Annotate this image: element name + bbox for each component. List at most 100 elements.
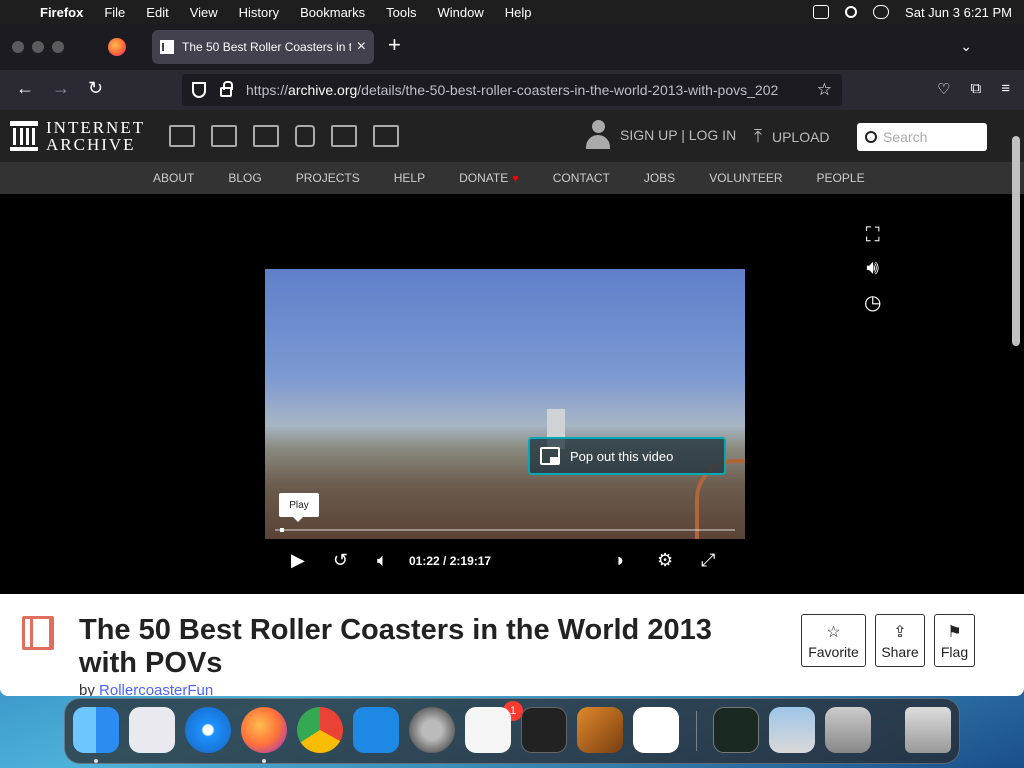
nav-about[interactable]: ABOUT bbox=[153, 171, 194, 185]
hamburger-menu-icon[interactable]: ≡ bbox=[1001, 80, 1010, 98]
pocket-icon[interactable]: ♡ bbox=[937, 80, 950, 98]
expand-theater-icon[interactable]: ⛶ bbox=[866, 224, 880, 247]
menu-view[interactable]: View bbox=[190, 5, 218, 20]
menu-app-name[interactable]: Firefox bbox=[40, 5, 83, 20]
list-all-tabs-chevron-icon[interactable]: ⌄ bbox=[960, 38, 972, 55]
signup-login-link[interactable]: SIGN UP | LOG IN bbox=[620, 127, 736, 143]
site-security-lock-icon[interactable] bbox=[220, 81, 233, 97]
movie-film-icon bbox=[22, 616, 54, 650]
nav-volunteer[interactable]: VOLUNTEER bbox=[709, 171, 782, 185]
pop-out-video-button[interactable]: Pop out this video bbox=[528, 437, 726, 475]
contrast-icon[interactable]: ◑ bbox=[613, 550, 624, 571]
safari-icon[interactable] bbox=[185, 707, 231, 753]
play-tooltip: Play bbox=[279, 493, 319, 522]
history-clock-icon[interactable]: ◷ bbox=[864, 290, 881, 315]
activity-monitor-icon[interactable] bbox=[713, 707, 759, 753]
upload-button[interactable]: ⤒ UPLOAD bbox=[754, 126, 830, 147]
app-store-icon[interactable] bbox=[353, 707, 399, 753]
share-button[interactable]: ⇪ Share bbox=[875, 614, 925, 667]
boot-camp-icon[interactable] bbox=[825, 707, 871, 753]
ia-header: INTERNET ARCHIVE SIGN UP | LOG IN ⤒ UPLO… bbox=[0, 110, 1024, 162]
search-icon bbox=[865, 131, 877, 143]
menu-history[interactable]: History bbox=[239, 5, 279, 20]
nav-donate[interactable]: DONATE ♥ bbox=[459, 171, 519, 185]
video-progress-bar[interactable] bbox=[275, 528, 735, 532]
nav-people[interactable]: PEOPLE bbox=[817, 171, 865, 185]
picture-in-picture-icon bbox=[540, 447, 560, 465]
ia-logo[interactable]: INTERNET ARCHIVE bbox=[10, 119, 145, 153]
screen-mirroring-icon[interactable] bbox=[813, 5, 830, 19]
spotlight-search-icon[interactable] bbox=[845, 6, 858, 18]
finder-running-dot bbox=[94, 759, 98, 763]
preview-icon[interactable] bbox=[769, 707, 815, 753]
menu-edit[interactable]: Edit bbox=[146, 5, 168, 20]
launchpad-icon[interactable] bbox=[129, 707, 175, 753]
volume-icon[interactable]: 🔈︎ bbox=[377, 550, 388, 571]
nav-blog[interactable]: BLOG bbox=[228, 171, 261, 185]
upload-label: UPLOAD bbox=[771, 128, 830, 145]
window-controls bbox=[12, 41, 64, 53]
tracking-protection-shield-icon[interactable] bbox=[192, 82, 206, 98]
video-frame[interactable] bbox=[265, 269, 745, 539]
vscode-icon[interactable] bbox=[633, 707, 679, 753]
author-link[interactable]: RollercoasterFun bbox=[99, 682, 213, 696]
web-icon[interactable] bbox=[169, 125, 196, 147]
trash-icon[interactable] bbox=[905, 707, 951, 753]
chrome-icon[interactable] bbox=[297, 707, 343, 753]
firefox-dock-icon[interactable] bbox=[241, 707, 287, 753]
audio-speaker-icon[interactable] bbox=[295, 125, 316, 147]
terminal-icon[interactable] bbox=[521, 707, 567, 753]
bookmark-star-icon[interactable]: ☆ bbox=[817, 80, 832, 100]
address-bar[interactable]: https://archive.org/details/the-50-best-… bbox=[182, 74, 842, 106]
navigation-toolbar: ← → ↻ https://archive.org/details/the-50… bbox=[0, 70, 1024, 110]
images-icon[interactable] bbox=[373, 125, 400, 147]
ia-search-input[interactable]: Search bbox=[857, 123, 987, 151]
minimize-window-button[interactable] bbox=[32, 41, 44, 53]
url-text[interactable]: https://archive.org/details/the-50-best-… bbox=[246, 82, 809, 98]
theater-side-controls: ⛶ 🔊︎ ◷ bbox=[864, 224, 881, 315]
software-floppy-icon[interactable] bbox=[331, 125, 358, 147]
rewind-10-icon[interactable]: ↺ bbox=[333, 550, 348, 571]
system-settings-icon[interactable] bbox=[409, 707, 455, 753]
firefox-view-icon[interactable] bbox=[108, 38, 126, 56]
video-film-icon[interactable] bbox=[253, 125, 280, 147]
menu-bookmarks[interactable]: Bookmarks bbox=[300, 5, 365, 20]
extensions-icon[interactable]: ⧉ bbox=[971, 80, 982, 98]
firefox-running-dot bbox=[262, 759, 266, 763]
fullscreen-icon[interactable]: ⤢ bbox=[701, 550, 715, 571]
reload-button[interactable]: ↻ bbox=[88, 78, 103, 99]
progress-knob[interactable] bbox=[279, 528, 284, 532]
theater-volume-icon[interactable]: 🔊︎ bbox=[866, 257, 879, 280]
ia-top-nav: ABOUT BLOG PROJECTS HELP DONATE ♥ CONTACT… bbox=[0, 162, 1024, 194]
menu-tools[interactable]: Tools bbox=[386, 5, 416, 20]
page-scrollbar[interactable] bbox=[1012, 136, 1020, 346]
user-avatar-icon[interactable] bbox=[586, 120, 610, 150]
menu-window[interactable]: Window bbox=[438, 5, 484, 20]
zoom-window-button[interactable] bbox=[52, 41, 64, 53]
active-tab[interactable]: The 50 Best Roller Coasters in t × bbox=[152, 30, 374, 64]
settings-gear-icon[interactable]: ⚙ bbox=[657, 550, 673, 571]
nav-contact[interactable]: CONTACT bbox=[553, 171, 610, 185]
close-window-button[interactable] bbox=[12, 41, 24, 53]
menubar-clock[interactable]: Sat Jun 3 6:21 PM bbox=[905, 5, 1012, 20]
forward-button[interactable]: → bbox=[52, 78, 70, 99]
tab-bar: The 50 Best Roller Coasters in t × + ⌄ bbox=[0, 24, 1024, 70]
texts-book-icon[interactable] bbox=[211, 125, 238, 147]
menu-help[interactable]: Help bbox=[505, 5, 532, 20]
flag-icon: ⚑ bbox=[947, 623, 962, 641]
control-center-icon[interactable] bbox=[873, 5, 890, 19]
menu-file[interactable]: File bbox=[104, 5, 125, 20]
nav-projects[interactable]: PROJECTS bbox=[296, 171, 360, 185]
nav-help[interactable]: HELP bbox=[394, 171, 425, 185]
garageband-icon[interactable] bbox=[577, 707, 623, 753]
close-tab-icon[interactable]: × bbox=[357, 38, 366, 56]
new-tab-button[interactable]: + bbox=[388, 34, 401, 56]
back-button[interactable]: ← bbox=[16, 78, 34, 99]
macos-dock: 1 bbox=[64, 698, 960, 764]
nav-jobs[interactable]: JOBS bbox=[644, 171, 675, 185]
play-icon[interactable]: ▶ bbox=[291, 550, 305, 571]
textedit-icon[interactable] bbox=[465, 707, 511, 753]
favorite-button[interactable]: ☆ Favorite bbox=[801, 614, 866, 667]
finder-icon[interactable] bbox=[73, 707, 119, 753]
flag-button[interactable]: ⚑ Flag bbox=[934, 614, 975, 667]
